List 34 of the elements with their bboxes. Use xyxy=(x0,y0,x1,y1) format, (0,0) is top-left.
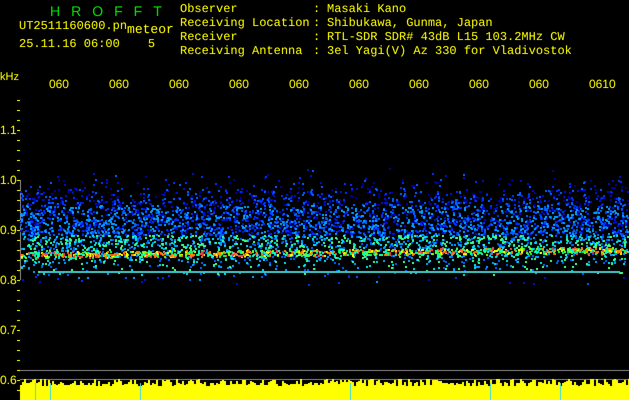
info-value: Shibukawa, Gunma, Japan xyxy=(327,18,494,31)
frequency-label: 1.1 xyxy=(0,123,17,137)
info-value: Masaki Kano xyxy=(327,4,408,17)
separator: : xyxy=(313,32,322,46)
frequency-label: 1.0 xyxy=(0,173,17,187)
info-label: Receiving Location xyxy=(180,18,311,31)
info-label: Receiving Antenna xyxy=(180,46,304,60)
time-label: 060 xyxy=(408,77,429,91)
info-value: RTL-SDR SDR# 43dB L15 103.2MHz CW xyxy=(327,32,566,45)
time-label: 060 xyxy=(348,77,369,91)
time-label: 0610 xyxy=(588,77,616,91)
frequency-label: 0.6 xyxy=(0,373,17,387)
time-label: 060 xyxy=(168,77,189,91)
frequency-unit: kHz xyxy=(0,70,19,83)
app-title: HROFFT xyxy=(49,4,174,19)
info-value: 3el Yagi(V) Az 330 for Vladivostok xyxy=(327,46,572,60)
frequency-label: 0.9 xyxy=(0,223,17,237)
time-label: 060 xyxy=(108,77,129,91)
separator: : xyxy=(313,4,322,18)
frequency-label: 0.7 xyxy=(0,323,17,337)
info-label: Receiver xyxy=(180,32,239,45)
separator: : xyxy=(313,46,322,60)
time-label: 060 xyxy=(528,77,549,91)
time-label: 060 xyxy=(228,77,249,91)
info-label: Observer xyxy=(180,4,239,17)
date-time: 25.11.16 06:00 xyxy=(19,37,120,51)
file-name: UT2511160600.pn xyxy=(19,19,128,33)
meteor-count: 5 xyxy=(148,37,156,51)
time-label: 060 xyxy=(48,77,69,91)
frequency-label: 0.8 xyxy=(0,273,17,287)
time-label: 060 xyxy=(288,77,309,91)
time-label: 060 xyxy=(468,77,489,91)
mode-label: meteor xyxy=(127,23,174,37)
separator: : xyxy=(313,18,322,32)
